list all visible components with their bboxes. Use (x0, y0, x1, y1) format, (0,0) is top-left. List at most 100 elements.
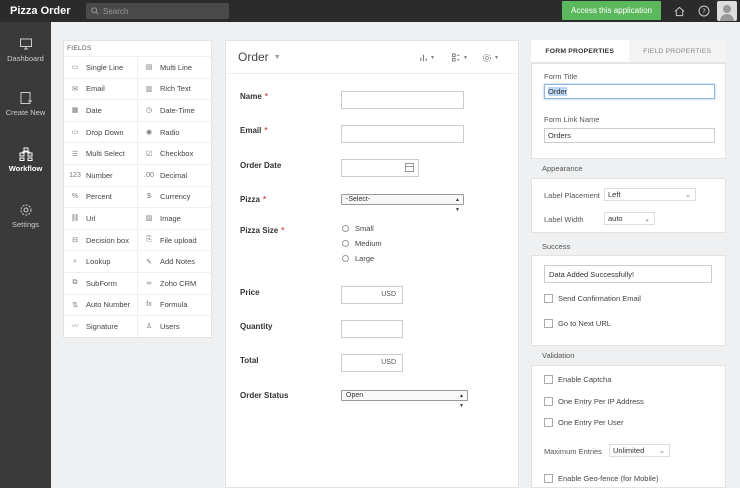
field-type-label: File upload (160, 235, 197, 245)
field-type-add-notes[interactable]: ✎ Add Notes (138, 250, 212, 272)
checkbox-box[interactable] (544, 319, 553, 328)
enable-captcha-checkbox[interactable]: Enable Captcha (544, 375, 611, 384)
field-type-decision-box[interactable]: ⊟ Decision box (64, 228, 138, 251)
workflow-icon (19, 147, 32, 161)
select-arrows-icon: ▲ ▼ (459, 393, 464, 409)
search-box[interactable] (86, 3, 229, 19)
avatar[interactable] (717, 1, 737, 21)
access-application-button[interactable]: Access this application (562, 1, 661, 20)
caret-down-icon[interactable]: ▼ (274, 54, 281, 61)
field-type-email[interactable]: ✉ Email (64, 77, 138, 100)
quantity-input[interactable] (341, 320, 403, 338)
nav-label: Workflow (8, 164, 43, 173)
field-type-label: SubForm (86, 278, 117, 288)
email-input[interactable] (341, 125, 464, 143)
price-input[interactable]: USD (341, 286, 403, 304)
radio-circle[interactable] (342, 255, 349, 262)
label-placement-dropdown[interactable]: Left ⌄ (604, 188, 696, 201)
field-type-multi-select[interactable]: ☰ Multi Select (64, 142, 138, 164)
nav-item-settings[interactable]: Settings (0, 203, 51, 243)
order-status-select[interactable]: Open ▲ ▼ (341, 390, 468, 409)
checkbox-icon: ☑ (145, 150, 153, 158)
form-link-input[interactable]: Orders (544, 128, 715, 143)
radio-circle[interactable] (342, 225, 349, 232)
decimal-icon: .00 (144, 171, 154, 179)
radio-small[interactable]: Small (342, 224, 374, 233)
calendar-icon[interactable] (405, 163, 414, 172)
email-icon: ✉ (72, 85, 78, 93)
checkbox-box[interactable] (544, 474, 553, 483)
field-type-decimal[interactable]: .00 Decimal (138, 163, 212, 186)
field-type-label: Auto Number (86, 300, 131, 310)
checkbox-box[interactable] (544, 375, 553, 384)
form-name[interactable]: Order (238, 50, 269, 64)
radio-large[interactable]: Large (342, 254, 374, 263)
field-type-percent[interactable]: % Percent (64, 185, 138, 208)
field-type-label: Decimal (160, 170, 188, 180)
nav-item-create-new[interactable]: Create New (0, 91, 51, 131)
field-type-signature[interactable]: 〰 Signature (64, 315, 138, 337)
one-entry-per-ip-checkbox[interactable]: One Entry Per IP Address (544, 397, 644, 406)
maximum-entries-dropdown[interactable]: Unlimited ⌄ (609, 444, 670, 457)
field-type-users[interactable]: ♙ Users (138, 315, 212, 337)
search-input[interactable] (103, 6, 223, 16)
nav-item-dashboard[interactable]: Dashboard (0, 37, 51, 77)
radio-label: Large (355, 254, 375, 263)
tab-form-properties[interactable]: FORM PROPERTIES (531, 40, 629, 62)
field-type-zoho-crm[interactable]: ∞ Zoho CRM (138, 271, 212, 294)
field-type-image[interactable]: ▨ Image (138, 207, 212, 229)
field-type-drop-down[interactable]: ▭ Drop Down (64, 120, 138, 143)
form-header: Order ▼ ▼ ▼ ▼ (226, 41, 518, 74)
checkbox-box[interactable] (544, 397, 553, 406)
success-message-input[interactable]: Data Added Successfully! (544, 265, 712, 283)
field-type-date-time[interactable]: ◷ Date-Time (138, 99, 212, 121)
label-width-dropdown[interactable]: auto ⌄ (604, 212, 655, 225)
bar-chart-icon[interactable]: ▼ (419, 53, 435, 62)
enable-geofence-checkbox[interactable]: Enable Geo-fence (for Mobile) (544, 474, 658, 483)
nav-label: Create New (5, 108, 46, 117)
field-type-subform[interactable]: ⧉ SubForm (64, 271, 138, 294)
field-type-url[interactable]: ⛓ Url (64, 207, 138, 229)
field-type-checkbox[interactable]: ☑ Checkbox (138, 142, 212, 164)
field-type-currency[interactable]: $ Currency (138, 185, 212, 208)
help-icon[interactable]: ? (697, 4, 711, 18)
radio-circle[interactable] (342, 240, 349, 247)
one-entry-per-user-checkbox[interactable]: One Entry Per User (544, 418, 623, 427)
multi-select-icon: ☰ (71, 150, 79, 158)
left-nav: Dashboard Create New Workflow Settings (0, 22, 51, 488)
tab-field-properties[interactable]: FIELD PROPERTIES (628, 40, 726, 62)
field-type-single-line[interactable]: ▭ Single Line (64, 56, 138, 78)
pizza-select[interactable]: -Select- ▲ ▼ (341, 194, 464, 213)
home-icon[interactable] (672, 4, 686, 18)
field-type-auto-number[interactable]: ⇅ Auto Number (64, 293, 138, 316)
field-type-number[interactable]: 123 Number (64, 163, 138, 186)
radio-medium[interactable]: Medium (342, 239, 382, 248)
name-input[interactable] (341, 91, 464, 109)
field-type-date[interactable]: ▦ Date (64, 99, 138, 121)
send-confirmation-email-checkbox[interactable]: Send Confirmation Email (544, 294, 641, 303)
field-type-multi-line[interactable]: ▤ Multi Line (138, 56, 212, 78)
single-line-icon: ▭ (71, 64, 79, 72)
field-type-label: Lookup (86, 257, 111, 267)
settings-gear-icon[interactable]: ▼ (482, 53, 499, 63)
nav-label: Settings (11, 220, 40, 229)
order-date-input[interactable] (341, 159, 419, 177)
field-type-file-upload[interactable]: ⎘ File upload (138, 228, 212, 251)
layout-icon[interactable]: ▼ (451, 53, 468, 62)
field-type-label: Percent (86, 192, 112, 202)
radio-label: Medium (355, 239, 382, 248)
field-type-formula[interactable]: fx Formula (138, 293, 212, 316)
form-title-input[interactable]: Order (544, 84, 715, 99)
go-to-next-url-checkbox[interactable]: Go to Next URL (544, 319, 611, 328)
radio-label: Small (355, 224, 374, 233)
radio-icon: ◉ (145, 129, 153, 137)
checkbox-box[interactable] (544, 418, 553, 427)
nav-item-workflow[interactable]: Workflow (0, 147, 51, 187)
field-type-lookup[interactable]: ⌕ Lookup (64, 250, 138, 272)
pizza-select-value: -Select- (346, 196, 371, 203)
order-date-label: Order Date (240, 161, 282, 170)
total-input[interactable]: USD (341, 354, 403, 372)
checkbox-box[interactable] (544, 294, 553, 303)
field-type-radio[interactable]: ◉ Radio (138, 120, 212, 143)
field-type-rich-text[interactable]: ▥ Rich Text (138, 77, 212, 100)
